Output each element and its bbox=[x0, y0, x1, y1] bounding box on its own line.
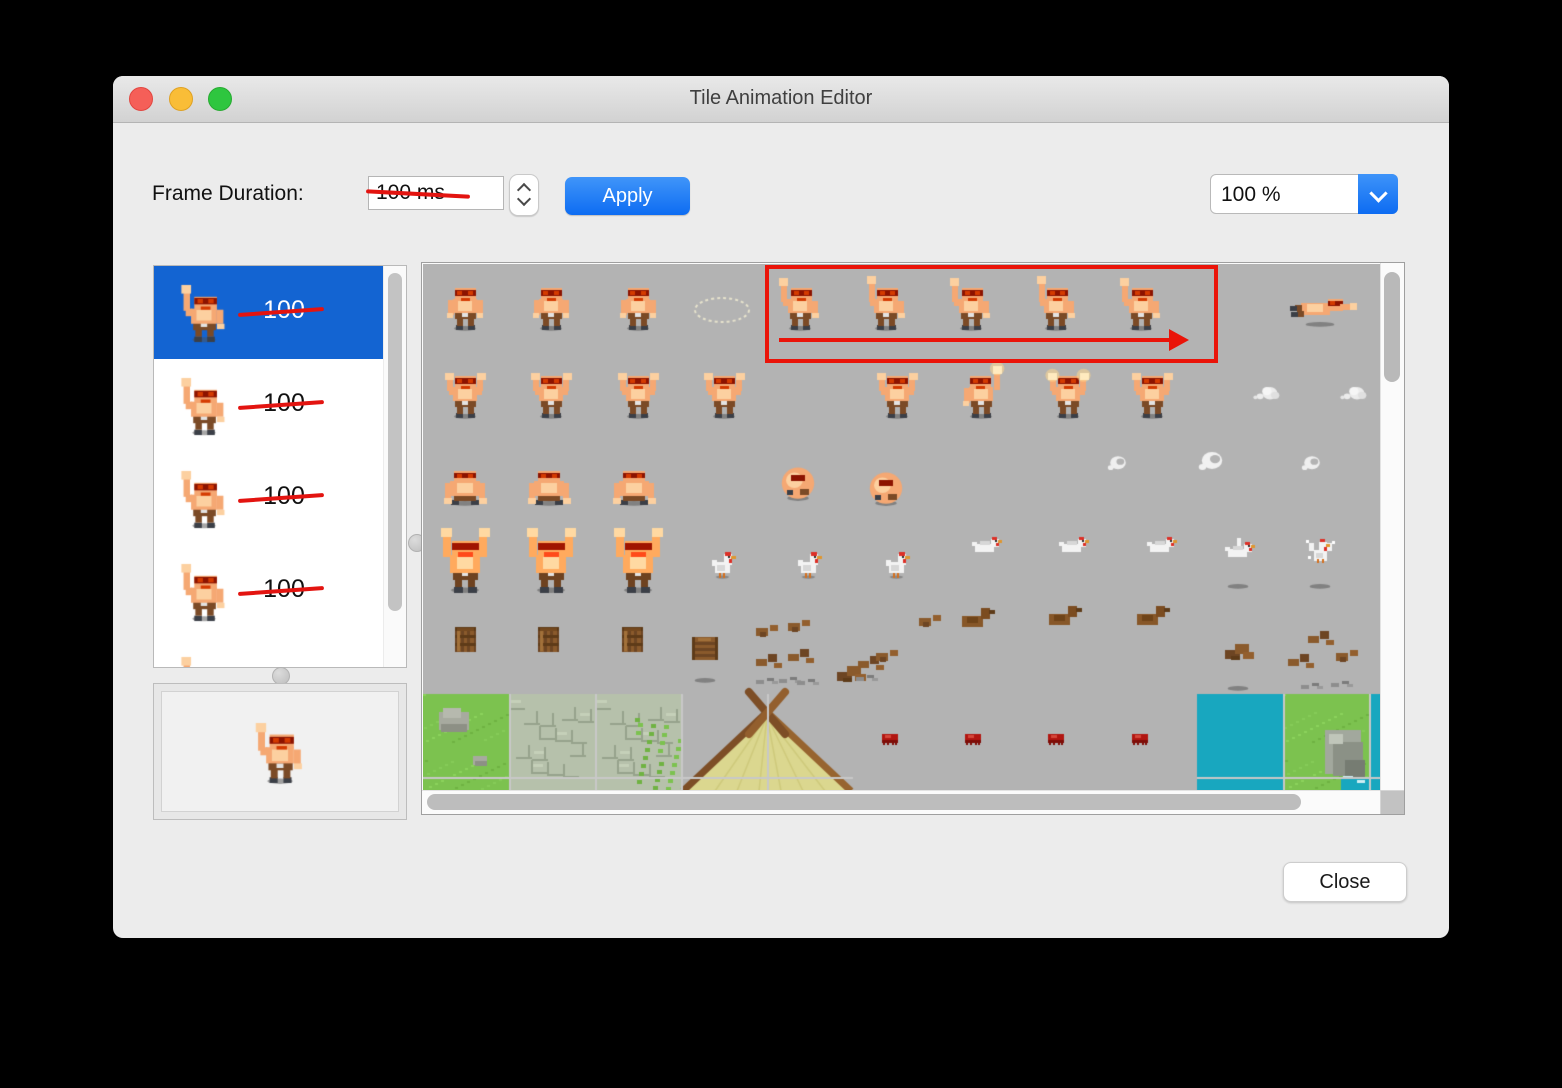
animation-preview bbox=[161, 691, 399, 812]
frame-sprite bbox=[172, 280, 236, 344]
tileset-hscroll-thumb[interactable] bbox=[427, 794, 1301, 810]
frame-sprite bbox=[172, 652, 236, 667]
frame-duration-label: Frame Duration: bbox=[152, 182, 304, 205]
frame-duration-stepper[interactable] bbox=[509, 174, 539, 216]
tileset-horizontal-scrollbar[interactable] bbox=[422, 790, 1381, 814]
annotation-rectangle bbox=[765, 265, 1218, 363]
tile-animation-editor-window: Tile Animation Editor Frame Duration: Ap… bbox=[113, 76, 1449, 938]
frame-list-item[interactable]: 100 bbox=[154, 452, 406, 545]
frame-sprite bbox=[172, 466, 236, 530]
annotation-arrow-line bbox=[779, 338, 1169, 342]
titlebar[interactable]: Tile Animation Editor bbox=[113, 76, 1449, 123]
frame-sprite bbox=[172, 373, 236, 437]
annotation-arrow-head bbox=[1169, 329, 1189, 351]
tileset-viewport[interactable] bbox=[423, 264, 1381, 791]
frame-list-item[interactable]: 100 bbox=[154, 638, 406, 667]
frame-sprite bbox=[172, 559, 236, 623]
frame-list-scrollbar[interactable] bbox=[383, 266, 406, 667]
stepper-down-icon[interactable] bbox=[516, 191, 532, 207]
tileset-view[interactable] bbox=[421, 262, 1405, 815]
animation-preview-panel bbox=[153, 683, 407, 820]
tileset-vertical-scrollbar[interactable] bbox=[1380, 263, 1404, 791]
zoom-value: 100 % bbox=[1221, 183, 1281, 206]
zoom-dropdown-button[interactable] bbox=[1358, 174, 1398, 214]
frame-list-item[interactable]: 100 bbox=[154, 359, 406, 452]
frame-list[interactable]: 100100100100100 bbox=[153, 265, 407, 668]
window-title: Tile Animation Editor bbox=[689, 87, 873, 109]
frame-list-item[interactable]: 100 bbox=[154, 545, 406, 638]
preview-sprite bbox=[162, 692, 398, 811]
scrollbar-corner bbox=[1380, 790, 1404, 814]
close-button[interactable]: Close bbox=[1283, 862, 1407, 902]
frame-list-scrollbar-thumb[interactable] bbox=[388, 273, 402, 611]
zoom-dropdown[interactable]: 100 % bbox=[1210, 174, 1398, 214]
apply-button[interactable]: Apply bbox=[565, 177, 690, 215]
desktop-background: Tile Animation Editor Frame Duration: Ap… bbox=[0, 0, 1562, 1088]
frame-list-item[interactable]: 100 bbox=[154, 266, 406, 359]
chevron-down-icon bbox=[1369, 184, 1388, 203]
tileset-vscroll-thumb[interactable] bbox=[1384, 272, 1400, 382]
